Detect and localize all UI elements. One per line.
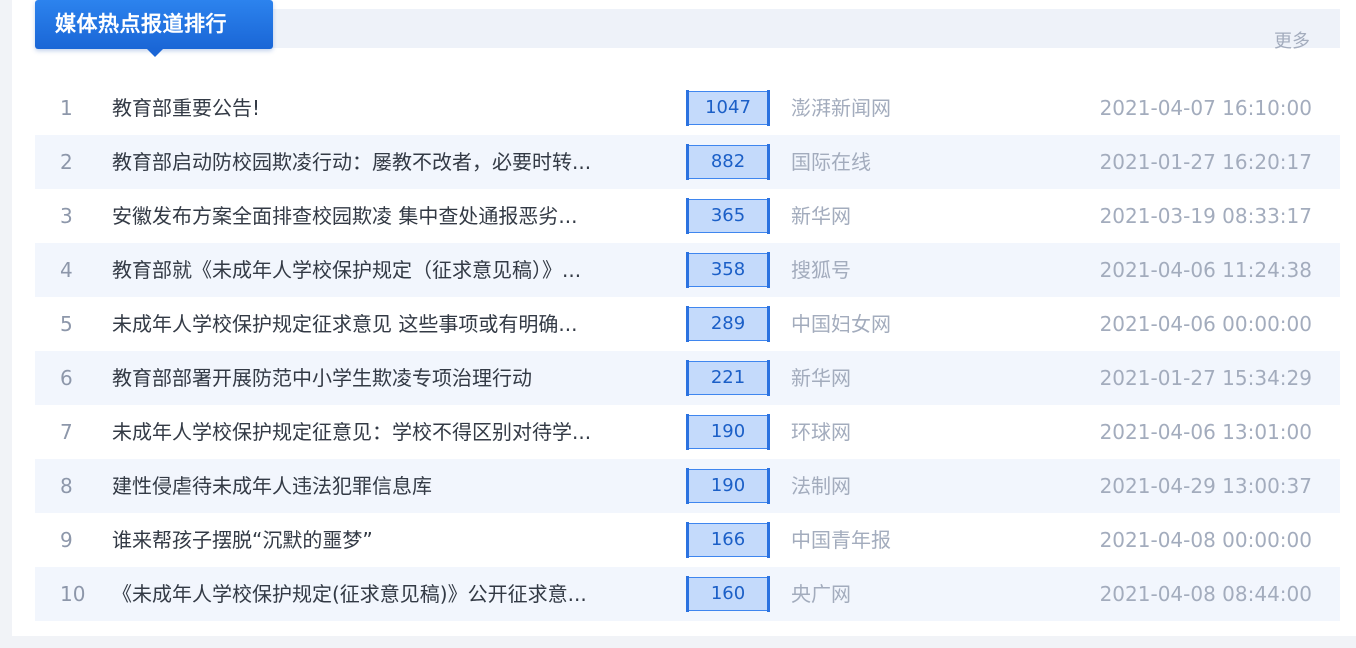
rank-number: 7	[60, 420, 73, 444]
rank-number: 2	[60, 150, 73, 174]
list-item[interactable]: 8 建性侵虐待未成年人违法犯罪信息库 190 法制网 2021-04-29 13…	[35, 459, 1340, 513]
publish-time: 2021-04-29 13:00:37	[1099, 474, 1312, 498]
list-item[interactable]: 5 未成年人学校保护规定征求意见 这些事项或有明确... 289 中国妇女网 2…	[35, 297, 1340, 351]
rank-number: 4	[60, 258, 73, 282]
news-source: 央广网	[791, 582, 851, 606]
publish-time: 2021-01-27 16:20:17	[1099, 150, 1312, 174]
news-title-link[interactable]: 安徽发布方案全面排查校园欺凌 集中查处通报恶劣...	[112, 189, 642, 243]
news-title-link[interactable]: 建性侵虐待未成年人违法犯罪信息库	[112, 459, 642, 513]
news-title-link[interactable]: 教育部部署开展防范中小学生欺凌专项治理行动	[112, 351, 642, 405]
rank-number: 3	[60, 204, 73, 228]
report-count-badge: 221	[686, 360, 770, 396]
publish-time: 2021-04-08 08:44:00	[1099, 582, 1312, 606]
rank-number: 1	[60, 96, 73, 120]
news-source: 国际在线	[791, 150, 871, 174]
panel-title: 媒体热点报道排行	[55, 12, 227, 36]
news-title-link[interactable]: 谁来帮孩子摆脱“沉默的噩梦”	[112, 513, 642, 567]
report-count-badge: 289	[686, 306, 770, 342]
news-source: 澎湃新闻网	[791, 96, 891, 120]
news-source: 搜狐号	[791, 258, 851, 282]
publish-time: 2021-04-06 11:24:38	[1099, 258, 1312, 282]
report-count-badge: 160	[686, 576, 770, 612]
publish-time: 2021-04-06 13:01:00	[1099, 420, 1312, 444]
news-source: 新华网	[791, 204, 851, 228]
list-item[interactable]: 10 《未成年人学校保护规定(征求意见稿)》公开征求意... 160 央广网 2…	[35, 567, 1340, 621]
report-count-badge: 190	[686, 414, 770, 450]
news-source: 法制网	[791, 474, 851, 498]
report-count-badge: 190	[686, 468, 770, 504]
rank-number: 6	[60, 366, 73, 390]
list-item[interactable]: 2 教育部启动防校园欺凌行动：屡教不改者，必要时转... 882 国际在线 20…	[35, 135, 1340, 189]
list-item[interactable]: 6 教育部部署开展防范中小学生欺凌专项治理行动 221 新华网 2021-01-…	[35, 351, 1340, 405]
list-item[interactable]: 3 安徽发布方案全面排查校园欺凌 集中查处通报恶劣... 365 新华网 202…	[35, 189, 1340, 243]
news-source: 环球网	[791, 420, 851, 444]
news-title-link[interactable]: 教育部就《未成年人学校保护规定（征求意见稿）》...	[112, 243, 642, 297]
news-ranking-list: 1 教育部重要公告! 1047 澎湃新闻网 2021-04-07 16:10:0…	[35, 81, 1340, 621]
rank-number: 9	[60, 528, 73, 552]
publish-time: 2021-03-19 08:33:17	[1099, 204, 1312, 228]
rank-number: 5	[60, 312, 73, 336]
news-title-link[interactable]: 未成年人学校保护规定征意见：学校不得区别对待学...	[112, 405, 642, 459]
publish-time: 2021-04-06 00:00:00	[1099, 312, 1312, 336]
media-hotspot-panel: 更多 媒体热点报道排行 1 教育部重要公告! 1047 澎湃新闻网 2021-0…	[12, 0, 1356, 636]
report-count-badge: 882	[686, 144, 770, 180]
list-item[interactable]: 1 教育部重要公告! 1047 澎湃新闻网 2021-04-07 16:10:0…	[35, 81, 1340, 135]
list-item[interactable]: 4 教育部就《未成年人学校保护规定（征求意见稿）》... 358 搜狐号 202…	[35, 243, 1340, 297]
list-item[interactable]: 9 谁来帮孩子摆脱“沉默的噩梦” 166 中国青年报 2021-04-08 00…	[35, 513, 1340, 567]
tab-pointer-icon	[147, 49, 163, 57]
more-link[interactable]: 更多	[1274, 27, 1310, 53]
report-count-badge: 358	[686, 252, 770, 288]
list-item[interactable]: 7 未成年人学校保护规定征意见：学校不得区别对待学... 190 环球网 202…	[35, 405, 1340, 459]
publish-time: 2021-04-08 00:00:00	[1099, 528, 1312, 552]
news-source: 中国青年报	[791, 528, 891, 552]
publish-time: 2021-01-27 15:34:29	[1099, 366, 1312, 390]
rank-number: 10	[60, 582, 86, 606]
report-count-badge: 1047	[686, 90, 770, 126]
news-source: 新华网	[791, 366, 851, 390]
report-count-badge: 365	[686, 198, 770, 234]
news-source: 中国妇女网	[791, 312, 891, 336]
news-title-link[interactable]: 《未成年人学校保护规定(征求意见稿)》公开征求意...	[112, 567, 642, 621]
rank-number: 8	[60, 474, 73, 498]
report-count-badge: 166	[686, 522, 770, 558]
panel-title-tab: 媒体热点报道排行	[35, 0, 273, 57]
news-title-link[interactable]: 教育部启动防校园欺凌行动：屡教不改者，必要时转...	[112, 135, 642, 189]
publish-time: 2021-04-07 16:10:00	[1099, 96, 1312, 120]
news-title-link[interactable]: 未成年人学校保护规定征求意见 这些事项或有明确...	[112, 297, 642, 351]
news-title-link[interactable]: 教育部重要公告!	[112, 81, 642, 135]
